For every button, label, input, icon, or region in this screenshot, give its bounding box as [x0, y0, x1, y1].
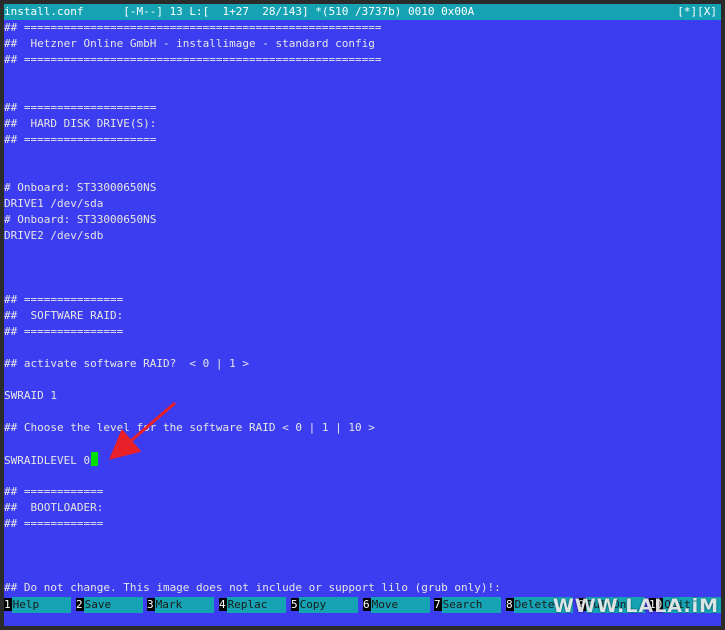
fkey-number: 6	[363, 598, 371, 611]
fkey-number: 1	[4, 598, 12, 611]
window-controls[interactable]: [*][X]	[677, 4, 717, 20]
fkey-label: Save	[83, 597, 143, 613]
editor-line[interactable]: ## ============	[4, 484, 103, 500]
editor-line[interactable]: ## ============	[4, 516, 103, 532]
editor-line[interactable]: # Onboard: ST33000650NS	[4, 212, 156, 228]
status-bar: install.conf [-M--] 13 L:[ 1+27 28/143] …	[4, 4, 721, 20]
fkey-label: Move	[370, 597, 430, 613]
editor-line[interactable]: # Onboard: ST33000650NS	[4, 180, 156, 196]
fkey-label: Copy	[298, 597, 358, 613]
editor-line[interactable]: ## SOFTWARE RAID:	[4, 308, 123, 324]
fkey-number: 5	[291, 598, 299, 611]
status-bar-file-info: install.conf [-M--] 13 L:[ 1+27 28/143] …	[4, 5, 475, 18]
fkey-mark[interactable]: 3 Mark	[147, 597, 214, 613]
fkey-number: 7	[434, 598, 442, 611]
editor-line[interactable]: DRIVE2 /dev/sdb	[4, 228, 103, 244]
terminal-window: install.conf [-M--] 13 L:[ 1+27 28/143] …	[0, 0, 725, 630]
fkey-search[interactable]: 7 Search	[434, 597, 501, 613]
fkey-number: 4	[219, 598, 227, 611]
editor-line[interactable]: ## Do not change. This image does not in…	[4, 580, 501, 596]
fkey-label: Help	[11, 597, 71, 613]
editor-line[interactable]: ## ====================	[4, 100, 156, 116]
fkey-replac[interactable]: 4 Replac	[219, 597, 286, 613]
fkey-number: 3	[147, 598, 155, 611]
editor-line[interactable]: DRIVE1 /dev/sda	[4, 196, 103, 212]
editor-line[interactable]: ## ====================	[4, 132, 156, 148]
editor-line[interactable]: ## Choose the level for the software RAI…	[4, 420, 375, 436]
fkey-number: 8	[506, 598, 514, 611]
fkey-label: Replac	[226, 597, 286, 613]
editor-line[interactable]: ## HARD DISK DRIVE(S):	[4, 116, 156, 132]
fkey-save[interactable]: 2 Save	[76, 597, 143, 613]
mcedit-screen: install.conf [-M--] 13 L:[ 1+27 28/143] …	[4, 4, 721, 626]
editor-line[interactable]: ## =====================================…	[4, 52, 382, 68]
editor-line[interactable]: ## ===============	[4, 324, 123, 340]
text-cursor	[91, 452, 99, 466]
editor-line[interactable]: SWRAIDLEVEL 0	[4, 452, 99, 468]
fkey-help[interactable]: 1 Help	[4, 597, 71, 613]
fkey-number: 2	[76, 598, 84, 611]
site-watermark: WWW.LALA.iM	[552, 595, 719, 617]
editor-text-area[interactable]: ## =====================================…	[4, 20, 721, 598]
fkey-label: Mark	[154, 597, 214, 613]
fkey-move[interactable]: 6 Move	[363, 597, 430, 613]
fkey-copy[interactable]: 5 Copy	[291, 597, 358, 613]
editor-line[interactable]: ## =====================================…	[4, 20, 382, 36]
editor-line[interactable]: ## Hetzner Online GmbH - installimage - …	[4, 36, 375, 52]
fkey-label: Search	[441, 597, 501, 613]
editor-line[interactable]: SWRAID 1	[4, 388, 57, 404]
editor-line[interactable]: ## ===============	[4, 292, 123, 308]
editor-line[interactable]: ## BOOTLOADER:	[4, 500, 103, 516]
editor-line[interactable]: ## activate software RAID? < 0 | 1 >	[4, 356, 249, 372]
